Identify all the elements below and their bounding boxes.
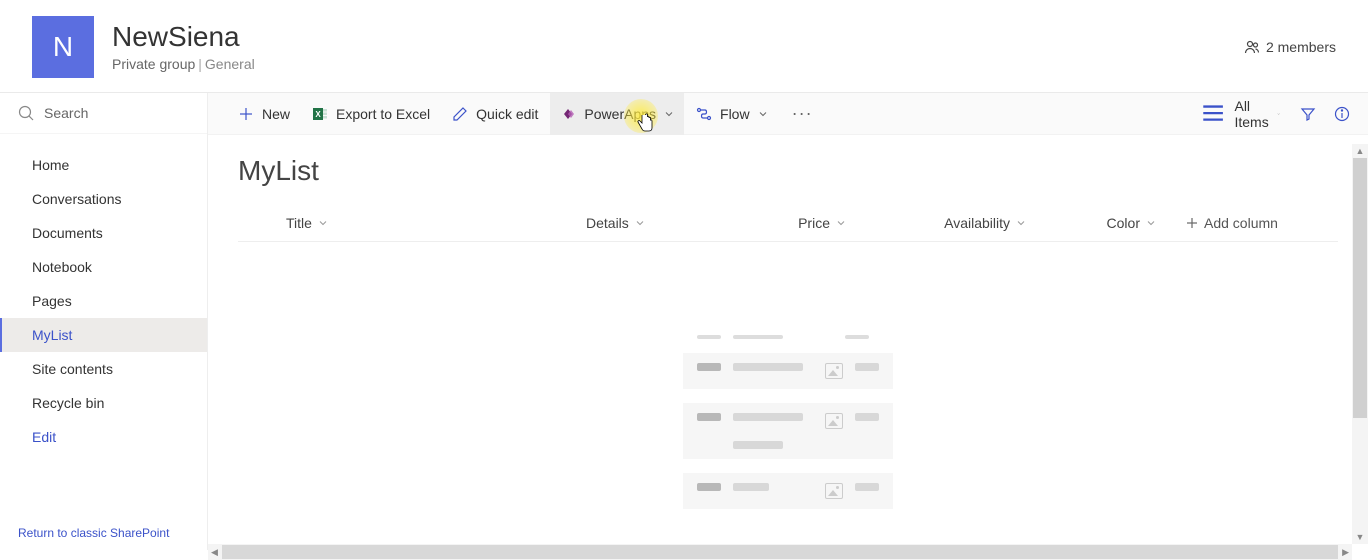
column-header-color-label: Color [1107, 215, 1140, 231]
new-button[interactable]: New [228, 93, 300, 135]
list-area: MyList Title Details Price Availability [208, 135, 1368, 550]
column-header-price[interactable]: Price [736, 215, 876, 231]
group-type: Private group [112, 56, 195, 72]
horizontal-scroll-thumb[interactable] [222, 545, 1338, 559]
column-header-details-label: Details [586, 215, 629, 231]
chevron-down-icon [664, 109, 674, 119]
site-header-left: N NewSiena Private group|General [32, 16, 255, 78]
nav-item-edit[interactable]: Edit [0, 420, 207, 454]
nav-item-mylist[interactable]: MyList [0, 318, 207, 352]
members-label: 2 members [1266, 39, 1336, 55]
nav-item-site-contents[interactable]: Site contents [0, 352, 207, 386]
powerapps-label: PowerApps [584, 106, 656, 122]
site-subtitle: Private group|General [112, 56, 255, 72]
nav-item-home[interactable]: Home [0, 148, 207, 182]
site-title[interactable]: NewSiena [112, 22, 255, 53]
column-header-availability-label: Availability [944, 215, 1010, 231]
column-header-title[interactable]: Title [286, 215, 586, 231]
add-column-label: Add column [1204, 215, 1278, 231]
nav-item-conversations[interactable]: Conversations [0, 182, 207, 216]
chevron-down-icon [1016, 218, 1026, 228]
site-logo[interactable]: N [32, 16, 94, 78]
scroll-right-arrow-icon[interactable]: ▶ [1339, 547, 1352, 558]
chevron-down-icon [635, 218, 645, 228]
list-icon [1200, 100, 1226, 126]
flow-label: Flow [720, 106, 750, 122]
horizontal-scrollbar[interactable]: ◀ ▶ [208, 544, 1352, 560]
powerapps-icon [560, 106, 576, 122]
plus-icon [1186, 217, 1198, 229]
filter-icon [1300, 106, 1316, 122]
pencil-icon [452, 106, 468, 122]
powerapps-button[interactable]: PowerApps [550, 93, 684, 135]
plus-icon [238, 106, 254, 122]
empty-state-placeholder [683, 335, 893, 509]
flow-button[interactable]: Flow [686, 93, 778, 135]
add-column-button[interactable]: Add column [1186, 215, 1278, 231]
list-title: MyList [238, 155, 1338, 187]
chevron-down-icon [758, 109, 768, 119]
nav-item-pages[interactable]: Pages [0, 284, 207, 318]
main: Search Home Conversations Documents Note… [0, 92, 1368, 550]
view-label: All Items [1234, 98, 1268, 130]
column-header-title-label: Title [286, 215, 312, 231]
content: New X Export to Excel Quick edit PowerAp… [208, 93, 1368, 550]
column-header-details[interactable]: Details [586, 215, 736, 231]
info-button[interactable] [1326, 106, 1358, 122]
nav-item-notebook[interactable]: Notebook [0, 250, 207, 284]
members-link[interactable]: 2 members [1244, 39, 1336, 55]
column-header-price-label: Price [798, 215, 830, 231]
search-placeholder: Search [44, 105, 88, 121]
overflow-menu[interactable]: ··· [780, 103, 825, 124]
sidebar: Search Home Conversations Documents Note… [0, 93, 208, 550]
site-title-block: NewSiena Private group|General [112, 22, 255, 73]
vertical-scrollbar[interactable]: ▲ ▼ [1352, 144, 1368, 544]
nav-item-documents[interactable]: Documents [0, 216, 207, 250]
column-header-color[interactable]: Color [1056, 215, 1186, 231]
quick-edit-label: Quick edit [476, 106, 538, 122]
vertical-scroll-thumb[interactable] [1353, 158, 1367, 418]
export-label: Export to Excel [336, 106, 430, 122]
scroll-left-arrow-icon[interactable]: ◀ [208, 547, 221, 558]
scroll-down-arrow-icon[interactable]: ▼ [1356, 530, 1365, 544]
site-logo-letter: N [53, 31, 73, 63]
export-button[interactable]: X Export to Excel [302, 93, 440, 135]
column-headers: Title Details Price Availability Color [238, 215, 1338, 242]
new-label: New [262, 106, 290, 122]
chevron-down-icon [1277, 109, 1280, 119]
command-bar-right: All Items [1190, 98, 1358, 130]
quick-edit-button[interactable]: Quick edit [442, 93, 548, 135]
flow-icon [696, 106, 712, 122]
members-icon [1244, 39, 1260, 55]
svg-text:X: X [315, 110, 321, 119]
nav: Home Conversations Documents Notebook Pa… [0, 134, 207, 516]
view-selector[interactable]: All Items [1190, 98, 1290, 130]
chevron-down-icon [1146, 218, 1156, 228]
info-icon [1334, 106, 1350, 122]
search-icon [18, 105, 34, 121]
search-box[interactable]: Search [0, 93, 207, 134]
nav-item-recycle-bin[interactable]: Recycle bin [0, 386, 207, 420]
return-classic-link[interactable]: Return to classic SharePoint [0, 516, 207, 550]
site-header: N NewSiena Private group|General 2 membe… [0, 0, 1368, 92]
chevron-down-icon [836, 218, 846, 228]
command-bar-left: New X Export to Excel Quick edit PowerAp… [228, 93, 825, 135]
column-header-availability[interactable]: Availability [876, 215, 1056, 231]
scroll-up-arrow-icon[interactable]: ▲ [1356, 144, 1365, 158]
command-bar: New X Export to Excel Quick edit PowerAp… [208, 93, 1368, 135]
excel-icon: X [312, 106, 328, 122]
site-classification: General [205, 56, 255, 72]
chevron-down-icon [318, 218, 328, 228]
filter-button[interactable] [1292, 106, 1324, 122]
